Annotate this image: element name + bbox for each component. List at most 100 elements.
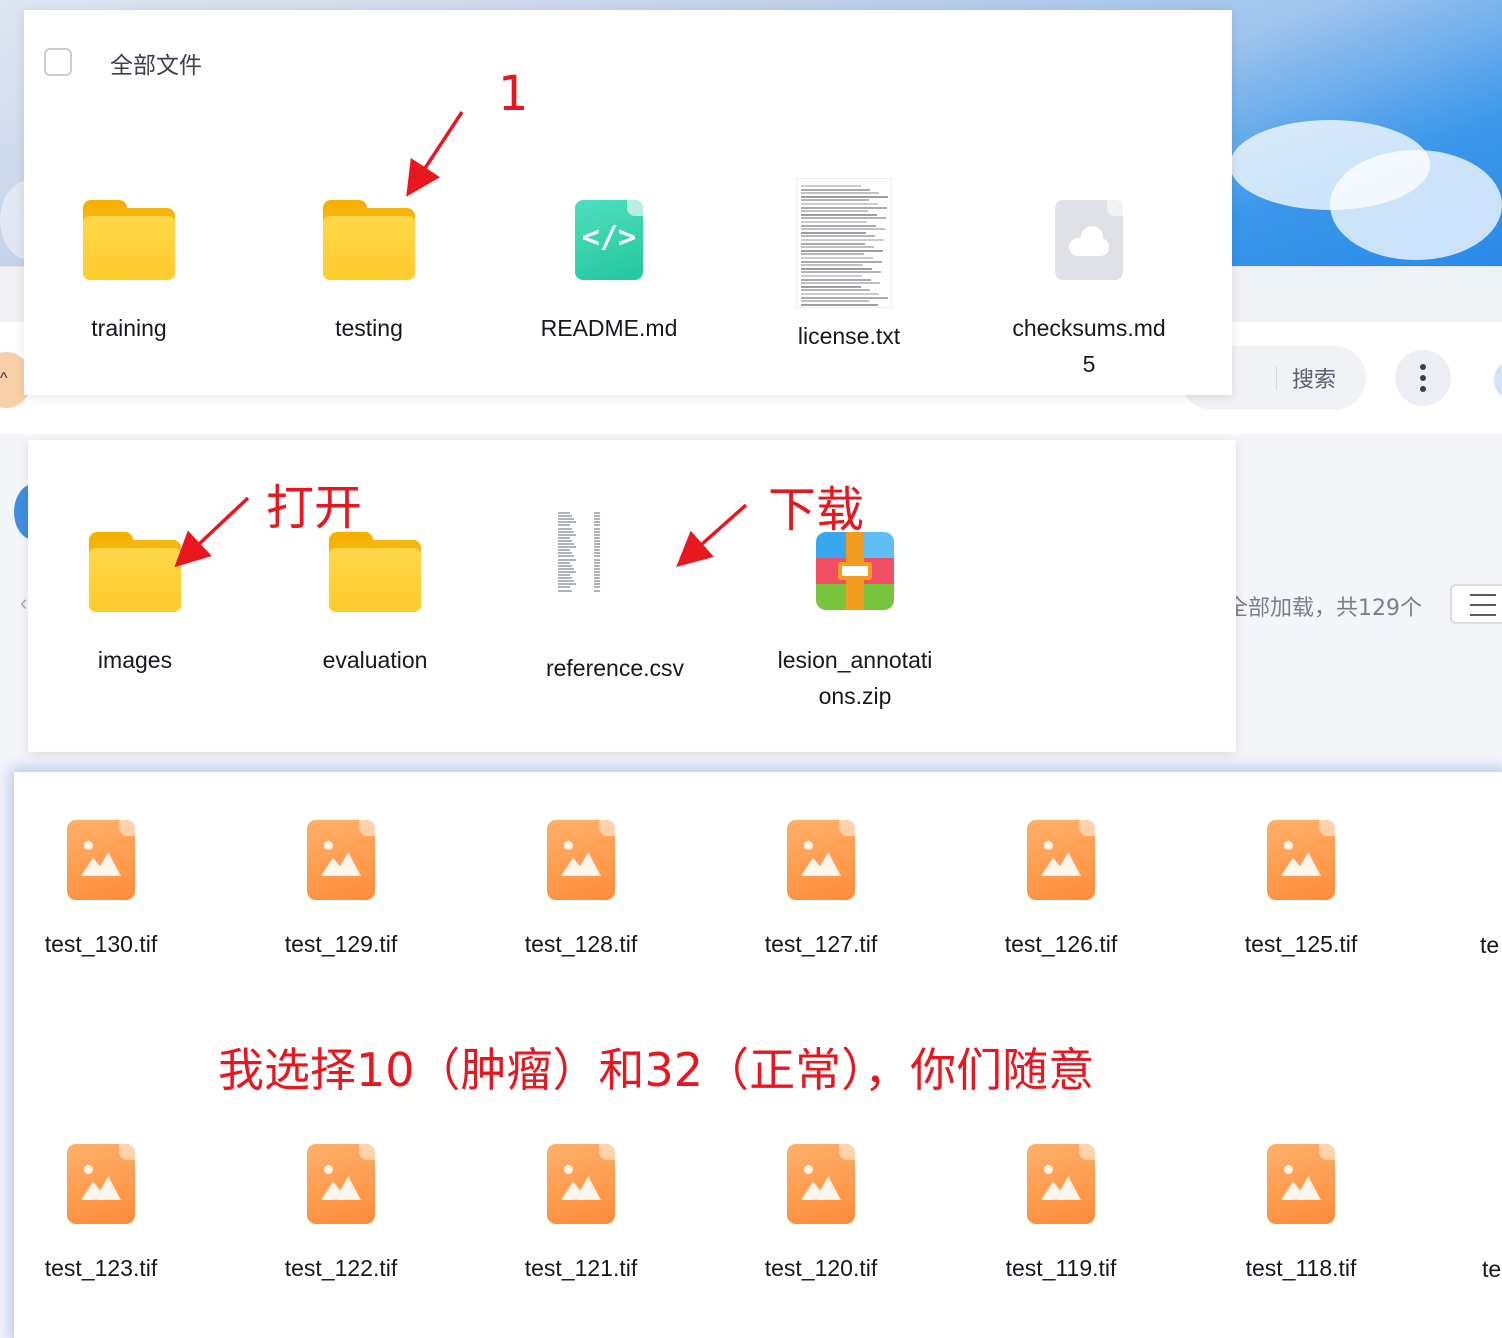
text-line: [801, 278, 871, 281]
image-file-item[interactable]: test_126.tif: [956, 820, 1166, 957]
file-item-checksums[interactable]: checksums.md 5: [984, 200, 1194, 377]
csv-line: [558, 521, 576, 524]
csv-line: [594, 518, 600, 521]
text-line: [801, 213, 877, 216]
image-file-item[interactable]: test_118.tif: [1196, 1144, 1406, 1281]
more-dot-icon: [1420, 386, 1426, 392]
image-file-item[interactable]: test_123.tif: [14, 1144, 206, 1281]
file-name: evaluation: [322, 647, 428, 673]
select-all-checkbox[interactable]: [44, 48, 72, 76]
select-all-label: 全部文件: [110, 53, 202, 79]
text-line: [801, 192, 879, 195]
testing-folder-panel: images evaluation reference.csv lesion_a…: [28, 440, 1236, 752]
file-count-text: 全部加载，共129个: [1226, 596, 1422, 621]
csv-line: [594, 561, 600, 564]
file-name: test_118.tif: [1245, 1255, 1357, 1281]
csv-line: [594, 580, 600, 583]
file-item-images[interactable]: images: [30, 532, 240, 673]
more-options-button[interactable]: [1395, 350, 1451, 406]
image-file-item[interactable]: test_121.tif: [476, 1144, 686, 1281]
image-file-item[interactable]: test_119.tif: [956, 1144, 1166, 1281]
file-name-line-2: 5: [1082, 351, 1096, 377]
search-divider: [1276, 366, 1277, 390]
list-view-toggle[interactable]: [1450, 584, 1502, 624]
file-item-training[interactable]: training: [24, 200, 234, 341]
text-line: [801, 300, 869, 303]
file-name: test_127.tif: [764, 931, 878, 957]
csv-line: [594, 546, 600, 549]
image-file-item[interactable]: test_120.tif: [716, 1144, 926, 1281]
text-line: [801, 203, 878, 205]
file-name: images: [97, 647, 173, 673]
image-file-item[interactable]: test_129.tif: [236, 820, 446, 957]
annotation-step-number: 1: [498, 66, 529, 122]
folder-icon: [89, 532, 181, 612]
root-folder-panel: 全部文件 training testing </> README.md lice…: [24, 10, 1232, 395]
csv-line: [558, 524, 570, 527]
list-line-icon: [1470, 614, 1496, 616]
csv-line: [558, 558, 576, 561]
csv-line: [594, 527, 600, 530]
csv-line: [558, 577, 572, 580]
csv-line: [558, 589, 572, 592]
image-file-icon: [307, 820, 375, 900]
file-item-testing[interactable]: testing: [264, 200, 474, 341]
code-file-icon: </>: [575, 200, 643, 280]
text-line: [801, 246, 874, 249]
csv-line: [558, 543, 574, 545]
text-line: [801, 285, 861, 288]
image-file-item[interactable]: test_122.tif: [236, 1144, 446, 1281]
text-line: [801, 206, 887, 209]
text-line: [801, 217, 886, 220]
file-name: testing: [335, 315, 403, 341]
image-file-icon: [307, 1144, 375, 1224]
csv-line: [594, 543, 600, 545]
csv-line: [558, 530, 574, 533]
text-line: [801, 264, 863, 267]
csv-line: [594, 521, 600, 524]
csv-line: [558, 552, 572, 555]
image-file-item[interactable]: test_130.tif: [14, 820, 206, 957]
search-button[interactable]: 搜索: [1292, 362, 1336, 394]
annotation-message: 我选择10（肿瘤）和32（正常），你们随意: [218, 1043, 1095, 1097]
text-line: [801, 271, 881, 274]
more-dot-icon: [1420, 375, 1426, 381]
file-name: reference.csv: [545, 655, 685, 681]
file-name: test_125.tif: [1244, 931, 1358, 957]
csv-line: [558, 546, 576, 549]
text-line: [801, 293, 879, 295]
file-item-evaluation[interactable]: evaluation: [270, 532, 480, 673]
text-line: [801, 188, 870, 191]
image-file-icon: [1027, 1144, 1095, 1224]
csv-line: [558, 580, 574, 583]
csv-line: [558, 533, 576, 536]
text-thumbnail-icon: [796, 178, 892, 308]
csv-line: [558, 555, 574, 558]
file-name: test_121.tif: [524, 1255, 638, 1281]
image-file-item[interactable]: test_128.tif: [476, 820, 686, 957]
file-item-reference-csv[interactable]: reference.csv: [510, 510, 720, 681]
image-file-item[interactable]: test_127.tif: [716, 820, 926, 957]
file-name: test_122.tif: [284, 1255, 398, 1281]
text-line: [801, 185, 861, 187]
image-file-icon: [547, 1144, 615, 1224]
csv-line: [558, 567, 574, 570]
file-item-readme[interactable]: </> README.md: [504, 200, 714, 341]
csv-line: [558, 561, 570, 564]
chevron-left-icon[interactable]: ‹: [20, 590, 27, 616]
text-line: [801, 303, 878, 306]
text-line: [801, 239, 884, 241]
folder-icon: [329, 532, 421, 612]
csv-line: [594, 549, 600, 552]
csv-line: [594, 536, 600, 539]
csv-thumbnail-icon: [556, 510, 606, 596]
csv-line: [594, 586, 600, 589]
file-item-license[interactable]: license.txt: [744, 178, 954, 349]
file-item-lesion-annotations[interactable]: lesion_annotati ons.zip: [750, 532, 960, 709]
annotation-open: 打开: [266, 480, 363, 536]
csv-line: [594, 558, 600, 561]
image-file-item[interactable]: test_125.tif: [1196, 820, 1406, 957]
file-name-cut: te: [1480, 932, 1500, 958]
folder-icon: [323, 200, 415, 280]
file-name: README.md: [540, 315, 678, 341]
